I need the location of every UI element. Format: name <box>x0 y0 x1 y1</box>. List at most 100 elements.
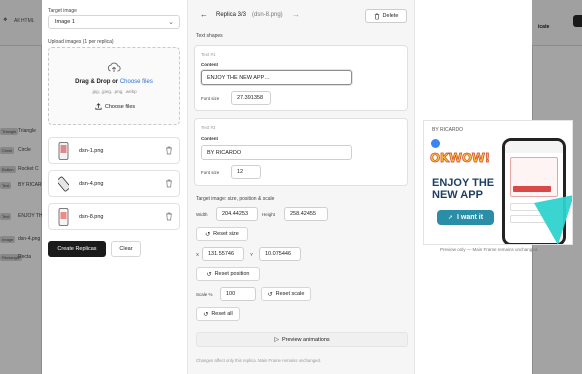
app-logo-icon: ❖ <box>3 17 8 23</box>
trash-icon <box>374 13 379 19</box>
reset-scale-button[interactable]: ↺ Reset scale <box>261 287 311 301</box>
bg-top-text: All HTML <box>14 18 35 24</box>
scale-label: Scale % <box>196 292 213 297</box>
file-name: dsn-8.png <box>79 214 104 220</box>
preview-caption: Preview only — Main Frame remains unchan… <box>440 247 539 252</box>
preview-wow-text: OKWOW! <box>430 151 491 166</box>
chevron-down-icon: ⌄ <box>168 19 174 26</box>
replica-filename: (dsn-8.png) <box>252 12 283 18</box>
bg-layer-tag: Text <box>0 182 12 189</box>
phone-screen-button <box>513 186 551 192</box>
replica-title: Replica 3/3 <box>216 12 247 18</box>
preview-circle <box>431 139 440 148</box>
content-label: Content <box>201 136 218 141</box>
bg-layer-name: dsn-4.png <box>18 236 41 242</box>
phone-thumbnail <box>58 208 69 226</box>
play-icon: ▷ <box>274 337 279 343</box>
text-card-heading: Text #1 <box>201 52 216 57</box>
choose-files-link[interactable]: Choose files <box>120 79 153 85</box>
preview-animations-label: Preview animations <box>281 336 330 343</box>
file-row: dsn-4.png <box>48 170 180 197</box>
target-image-label: Target image <box>48 8 77 14</box>
cloud-upload-icon <box>107 62 121 72</box>
target-image-section-label: Target image: size, position & scale <box>196 196 275 202</box>
font-size-label: Font size <box>201 170 220 175</box>
trash-icon[interactable] <box>165 146 173 155</box>
preview-cta-button: ➚ I want it <box>437 210 494 225</box>
bg-layers-panel <box>0 46 42 374</box>
reset-size-button[interactable]: ↺ Reset size <box>196 227 248 241</box>
choose-files-button-label: Choose files <box>104 103 136 110</box>
target-image-select[interactable]: Image 1 ⌄ <box>48 15 180 29</box>
arrow-left-icon[interactable]: ← <box>200 10 208 19</box>
bg-layer-tag: Triangle <box>0 128 19 135</box>
reset-position-button[interactable]: ↺ Reset position <box>196 267 260 281</box>
bg-layer-name: Circle <box>18 147 31 153</box>
width-label: Width <box>196 212 208 217</box>
arrow-right-icon[interactable]: → <box>292 10 300 19</box>
preview-triangle <box>534 195 572 244</box>
upload-column: Target image Image 1 ⌄ Upload images (1 … <box>42 0 187 374</box>
trash-icon[interactable] <box>165 179 173 188</box>
preview-column: BY RICARDO OKWOW! ENJOY THE NEW APP ➚ I … <box>415 0 573 374</box>
replica-preview: BY RICARDO OKWOW! ENJOY THE NEW APP ➚ I … <box>423 120 573 245</box>
height-input[interactable]: 258.42455 <box>284 207 328 221</box>
bg-layer-tag: Text <box>0 213 12 220</box>
bg-layer-tag: Circle <box>0 147 15 154</box>
phone-thumbnail <box>58 142 69 160</box>
footnote: Changes affect only this replica. Main F… <box>196 358 322 363</box>
file-name: dsn-4.png <box>79 181 104 187</box>
file-name: dsn-1.png <box>79 148 104 154</box>
font-size-label: Font size <box>201 96 220 101</box>
delete-button-label: Delete <box>382 13 399 19</box>
phone-thumbnail <box>58 176 69 192</box>
phone-screen-header <box>505 141 563 153</box>
bg-layer-name: Rocket C <box>18 166 39 172</box>
upload-label: Upload images (1 per replica) <box>48 39 114 45</box>
text2-content-input[interactable]: BY RICARDO <box>201 145 352 160</box>
delete-button[interactable]: Delete <box>365 9 407 23</box>
reset-all-button[interactable]: ↺ Reset all <box>196 307 240 321</box>
replica-editor-column: ← Replica 3/3 (dsn-8.png) → Delete Text … <box>187 0 415 374</box>
create-replicas-button[interactable]: Create Replicas <box>48 241 106 257</box>
scale-input[interactable]: 100 <box>220 287 256 301</box>
trash-icon[interactable] <box>165 212 173 221</box>
text1-font-size-input[interactable]: 27.391358 <box>231 91 271 105</box>
width-input[interactable]: 204.44253 <box>216 207 258 221</box>
reset-all-label: Reset all <box>211 311 233 317</box>
reset-icon: ↺ <box>206 271 212 278</box>
y-label: Y <box>250 252 254 257</box>
bg-right-button-label: icate <box>538 24 550 30</box>
file-row: dsn-8.png <box>48 203 180 230</box>
bg-dark-button <box>573 15 582 27</box>
x-input[interactable]: 131.55746 <box>202 247 244 261</box>
preview-cta-label: I want it <box>456 214 484 221</box>
file-formats-text: .jpg, .jpeg, .png, .webp <box>91 89 137 94</box>
text-shapes-label: Text shapes <box>196 33 223 39</box>
content-label: Content <box>201 62 218 67</box>
rocket-icon: ➚ <box>447 215 453 221</box>
upload-dropzone[interactable]: Drag & Drop or Choose files .jpg, .jpeg,… <box>48 47 180 125</box>
text-card-2: Text #2 Content BY RICARDO Font size 12 <box>194 118 408 186</box>
drag-drop-text: Drag & Drop or <box>75 79 119 85</box>
reset-size-label: Reset size <box>213 231 239 237</box>
preview-by-text: BY RICARDO <box>432 127 464 133</box>
upload-icon <box>95 103 102 110</box>
text1-content-input[interactable]: ENJOY THE NEW APP… <box>201 70 352 85</box>
reset-scale-label: Reset scale <box>275 291 305 297</box>
choose-files-button[interactable]: Choose files <box>90 100 140 113</box>
bg-layer-tag: Button <box>0 166 16 173</box>
text2-font-size-input[interactable]: 12 <box>231 165 261 179</box>
height-label: Height <box>262 212 276 217</box>
bg-layer-name: Recta <box>18 254 32 260</box>
clear-button[interactable]: Clear <box>111 241 141 257</box>
reset-icon: ↺ <box>267 291 273 298</box>
preview-animations-button[interactable]: ▷ Preview animations <box>196 332 408 347</box>
y-input[interactable]: 10.075446 <box>259 247 301 261</box>
dropzone-text: Drag & Drop or Choose files <box>49 79 179 85</box>
reset-icon: ↺ <box>205 231 211 238</box>
text-card-1: Text #1 Content ENJOY THE NEW APP… Font … <box>194 45 408 111</box>
replica-modal: Target image Image 1 ⌄ Upload images (1 … <box>42 0 573 374</box>
reset-position-label: Reset position <box>214 271 250 277</box>
x-label: X <box>196 252 200 257</box>
